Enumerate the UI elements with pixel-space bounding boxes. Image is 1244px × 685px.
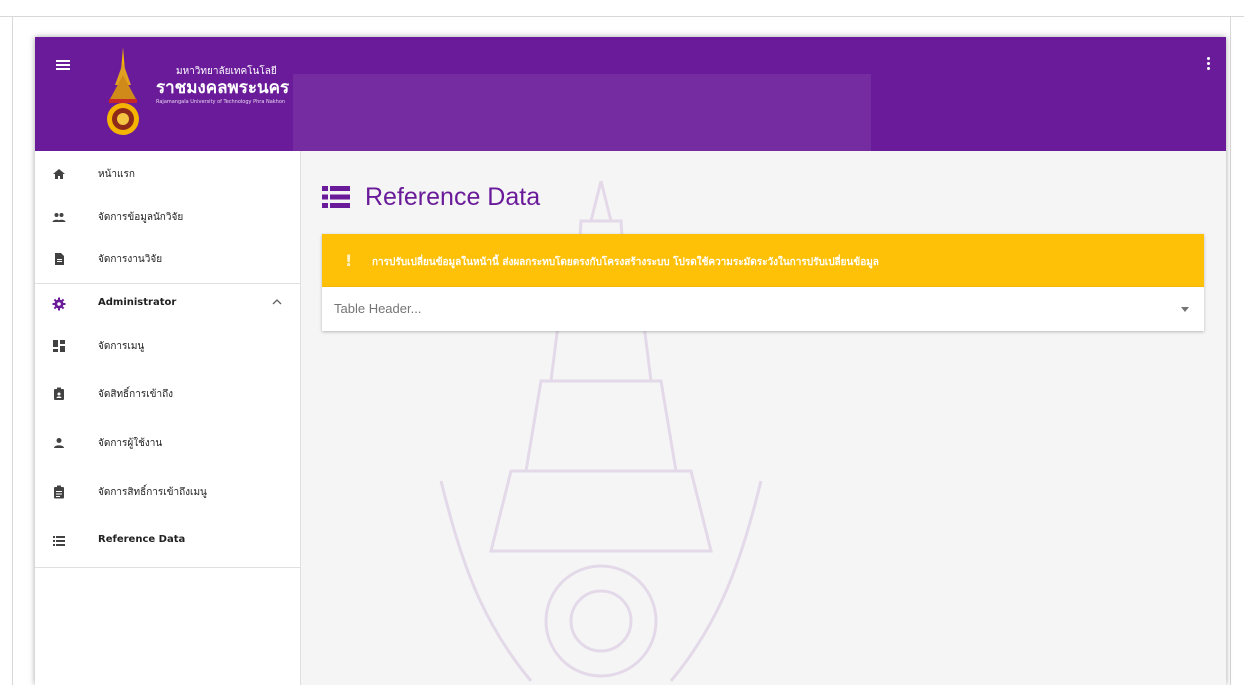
app-bar-panel [293, 74, 871, 151]
chevron-up-icon[interactable] [272, 297, 282, 307]
app-bar: มหาวิทยาลัยเทคโนโลยี ราชมงคลพระนคร Rajam… [35, 37, 1226, 151]
home-icon [53, 169, 65, 179]
people-icon [52, 213, 66, 222]
app-window: มหาวิทยาลัยเทคโนโลยี ราชมงคลพระนคร Rajam… [35, 37, 1226, 685]
more-vert-icon[interactable] [1207, 57, 1211, 71]
sidebar-divider [35, 567, 300, 568]
warning-alert: ! การปรับเปลี่ยนข้อมูลในหน้านี้ ส่งผลกระ… [322, 234, 1204, 287]
sidebar-item-menus[interactable]: จัดการเมนู [35, 327, 300, 367]
sidebar-item-reference-data[interactable]: Reference Data [35, 522, 300, 562]
sidebar-divider [35, 283, 300, 284]
list-icon [322, 186, 350, 208]
sidebar-item-label: จัดการเมนู [98, 341, 145, 352]
sidebar-item-label: จัดการผู้ใช้งาน [98, 438, 163, 449]
document-icon [55, 253, 64, 265]
person-icon [54, 438, 64, 448]
main-content: Reference Data ! การปรับเปลี่ยนข้อมูลในห… [301, 151, 1226, 685]
sidebar-item-label: หน้าแรก [98, 169, 135, 180]
sidebar-item-label: จัดการข้อมูลนักวิจัย [98, 212, 184, 223]
alert-message: การปรับเปลี่ยนข้อมูลในหน้านี้ ส่งผลกระทบ… [372, 257, 879, 268]
sidebar-item-label: Administrator [98, 297, 177, 308]
badge-icon [54, 387, 64, 400]
sidebar-item-research[interactable]: จัดการงานวิจัย [35, 240, 300, 280]
frame-divider [1230, 16, 1231, 685]
sidebar-item-researchers[interactable]: จัดการข้อมูลนักวิจัย [35, 198, 300, 238]
page-title-text: Reference Data [365, 183, 541, 211]
sidebar-item-menu-access[interactable]: จัดการสิทธิ์การเข้าถึงเมนู [35, 473, 300, 513]
sidebar-item-home[interactable]: หน้าแรก [35, 155, 300, 195]
frame-divider [0, 16, 1244, 17]
dropdown-arrow-icon[interactable] [1181, 307, 1189, 312]
list-icon [53, 536, 65, 546]
brand-block: มหาวิทยาลัยเทคโนโลยี ราชมงคลพระนคร Rajam… [156, 66, 289, 106]
hamburger-icon[interactable] [56, 58, 74, 72]
brand-title: ราชมงคลพระนคร [156, 78, 290, 98]
sidebar: หน้าแรก จัดการข้อมูลนักวิจัย จัดการงานวิ… [35, 151, 301, 685]
sidebar-item-label: จัดการงานวิจัย [98, 254, 163, 265]
frame-divider [12, 16, 13, 685]
sidebar-item-administrator[interactable]: Administrator [35, 285, 300, 325]
select-placeholder: Table Header... [334, 301, 422, 316]
sidebar-item-label: Reference Data [98, 534, 186, 545]
sidebar-item-access-rights[interactable]: จัดสิทธิ์การเข้าถึง [35, 375, 300, 415]
sidebar-item-label: จัดการสิทธิ์การเข้าถึงเมนู [98, 487, 207, 498]
university-logo [107, 47, 139, 135]
dashboard-icon [53, 340, 65, 352]
sidebar-item-users[interactable]: จัดการผู้ใช้งาน [35, 424, 300, 464]
exclamation-icon: ! [345, 251, 353, 270]
brand-english-name: Rajamangala University of Technology Phr… [156, 99, 286, 105]
table-header-select[interactable]: Table Header... [322, 287, 1204, 331]
brand-subtitle: มหาวิทยาลัยเทคโนโลยี [176, 66, 277, 77]
clipboard-icon [54, 485, 64, 499]
gear-icon [52, 297, 66, 311]
sidebar-item-label: จัดสิทธิ์การเข้าถึง [98, 389, 173, 400]
